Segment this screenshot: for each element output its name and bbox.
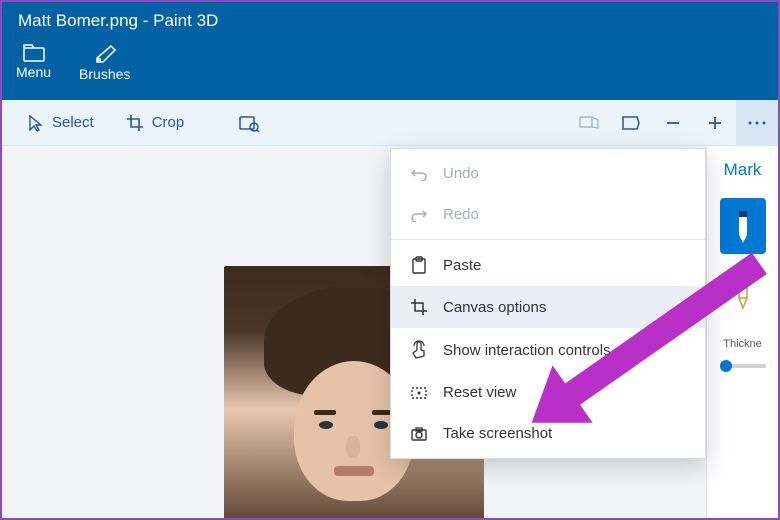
3d-view-button[interactable] bbox=[568, 100, 610, 146]
magic-select-button[interactable] bbox=[228, 100, 270, 146]
select-button[interactable]: Select bbox=[12, 104, 110, 142]
undo-item: Undo bbox=[391, 153, 705, 194]
marker-tool[interactable] bbox=[720, 198, 766, 254]
more-options-button[interactable] bbox=[736, 100, 778, 146]
cursor-icon bbox=[28, 114, 44, 132]
redo-icon bbox=[409, 208, 429, 222]
select-label: Select bbox=[52, 114, 94, 131]
undo-icon bbox=[409, 167, 429, 181]
paste-label: Paste bbox=[443, 257, 481, 274]
mixed-reality-button[interactable] bbox=[610, 100, 652, 146]
brushes-button[interactable]: Brushes bbox=[79, 44, 130, 82]
thickness-label: Thickne bbox=[723, 338, 762, 350]
show-controls-label: Show interaction controls bbox=[443, 342, 611, 359]
reset-view-label: Reset view bbox=[443, 384, 516, 401]
touch-icon bbox=[409, 340, 429, 360]
side-panel: Mark Thickne bbox=[706, 146, 778, 518]
menu-button[interactable]: Menu bbox=[16, 44, 51, 80]
redo-label: Redo bbox=[443, 206, 479, 223]
zoom-in-button[interactable] bbox=[694, 100, 736, 146]
zoom-out-button[interactable] bbox=[652, 100, 694, 146]
title-bar: Matt Bomer.png - Paint 3D bbox=[2, 2, 778, 40]
brush-icon bbox=[93, 44, 117, 64]
slider-thumb[interactable] bbox=[720, 360, 732, 372]
crop-button[interactable]: Crop bbox=[110, 104, 201, 142]
redo-item: Redo bbox=[391, 194, 705, 235]
screenshot-item[interactable]: Take screenshot bbox=[391, 413, 705, 454]
reset-view-item[interactable]: Reset view bbox=[391, 372, 705, 413]
menu-separator bbox=[391, 239, 705, 240]
canvas-options-item[interactable]: Canvas options bbox=[391, 286, 705, 328]
window-title: Matt Bomer.png - Paint 3D bbox=[18, 11, 218, 31]
paste-icon bbox=[409, 256, 429, 274]
brushes-label: Brushes bbox=[79, 66, 130, 82]
toolbar: Select Crop bbox=[2, 100, 778, 146]
canvas-options-label: Canvas options bbox=[443, 299, 546, 316]
panel-title: Mark bbox=[724, 160, 762, 180]
crop-label: Crop bbox=[152, 114, 185, 131]
thickness-slider[interactable] bbox=[720, 364, 766, 368]
reset-view-icon bbox=[409, 386, 429, 400]
paste-item[interactable]: Paste bbox=[391, 244, 705, 286]
ribbon: Menu Brushes bbox=[2, 40, 778, 100]
undo-label: Undo bbox=[443, 165, 479, 182]
context-menu: Undo Redo Paste Canvas options Show int bbox=[390, 148, 706, 459]
menu-label: Menu bbox=[16, 64, 51, 80]
show-controls-item[interactable]: Show interaction controls bbox=[391, 328, 705, 372]
screenshot-label: Take screenshot bbox=[443, 425, 552, 442]
camera-icon bbox=[409, 427, 429, 441]
crop-icon bbox=[126, 114, 144, 132]
pencil-tool[interactable] bbox=[720, 262, 766, 318]
folder-icon bbox=[23, 44, 45, 62]
window: Matt Bomer.png - Paint 3D Menu Brushes S… bbox=[2, 2, 778, 518]
canvas-icon bbox=[409, 298, 429, 316]
